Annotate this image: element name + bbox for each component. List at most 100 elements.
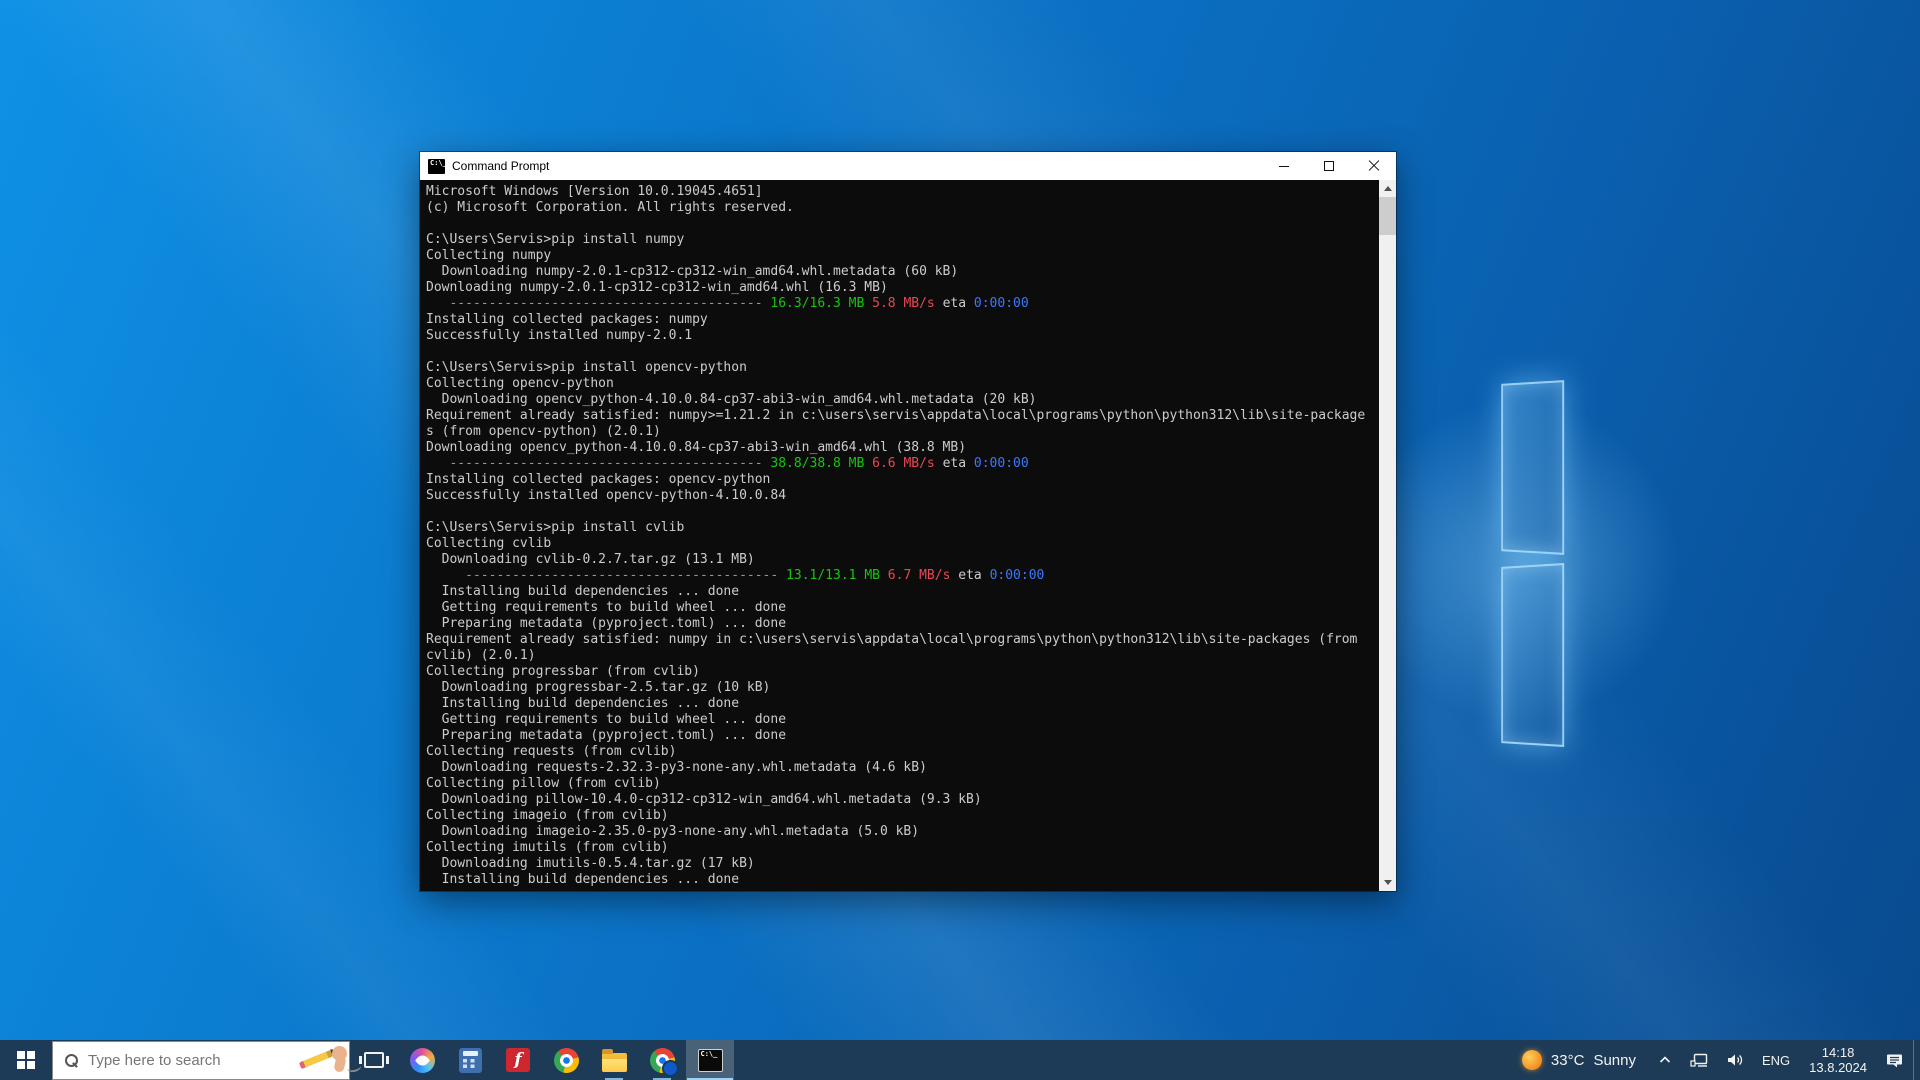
scroll-up-button[interactable] [1379,180,1396,197]
taskbar-app-calculator[interactable] [446,1040,494,1080]
terminal-line: Microsoft Windows [Version 10.0.19045.46… [426,184,1376,200]
terminal-line: Downloading opencv_python-4.10.0.84-cp37… [426,440,1376,456]
search-icon [65,1054,78,1067]
taskbar-app-copilot[interactable] [398,1040,446,1080]
action-center-button[interactable] [1877,1040,1913,1080]
terminal-line: s (from opencv-python) (2.0.1) [426,424,1376,440]
terminal-line: cvlib) (2.0.1) [426,648,1376,664]
window-titlebar[interactable]: C:\_ Command Prompt [420,152,1396,180]
taskbar-app-chrome-profile[interactable] [638,1040,686,1080]
show-desktop-button[interactable] [1913,1040,1920,1080]
system-tray: 33°C Sunny ENG 14:18 13.8.2024 [1509,1040,1920,1080]
terminal-line: Downloading opencv_python-4.10.0.84-cp37… [426,392,1376,408]
notification-icon [1886,1052,1904,1069]
terminal-line: Downloading imutils-0.5.4.tar.gz (17 kB) [426,856,1376,872]
terminal-line: Collecting numpy [426,248,1376,264]
terminal-line: Downloading progressbar-2.5.tar.gz (10 k… [426,680,1376,696]
taskbar: f C:\_ 33°C Sunny [0,1040,1920,1080]
scroll-down-button[interactable] [1379,874,1396,891]
tray-overflow-button[interactable] [1649,1040,1681,1080]
terminal-line: Getting requirements to build wheel ... … [426,712,1376,728]
taskbar-app-command-prompt[interactable]: C:\_ [686,1040,734,1080]
weather-temperature: 33°C [1551,1052,1585,1069]
windows-logo-pane-top [1501,380,1564,555]
terminal-line: ----------------------------------------… [426,568,1376,584]
terminal-line: Successfully installed numpy-2.0.1 [426,328,1376,344]
terminal-line: ----------------------------------------… [426,456,1376,472]
terminal-line: Downloading numpy-2.0.1-cp312-cp312-win_… [426,264,1376,280]
terminal-line [426,504,1376,520]
minimize-icon [1279,166,1289,167]
terminal-line: Collecting imageio (from cvlib) [426,808,1376,824]
terminal-line: Downloading imageio-2.35.0-py3-none-any.… [426,824,1376,840]
terminal-line: Downloading requests-2.32.3-py3-none-any… [426,760,1376,776]
command-prompt-icon: C:\_ [698,1049,723,1072]
terminal-line: Installing collected packages: numpy [426,312,1376,328]
taskbar-search-box[interactable] [52,1041,350,1080]
terminal-line: Downloading cvlib-0.2.7.tar.gz (13.1 MB) [426,552,1376,568]
close-icon [1368,160,1380,172]
calculator-icon [459,1048,482,1073]
start-button[interactable] [0,1040,52,1080]
speaker-icon [1726,1052,1744,1068]
terminal-line: C:\Users\Servis>pip install cvlib [426,520,1376,536]
taskbar-app-task-view[interactable] [350,1040,398,1080]
terminal-output[interactable]: Microsoft Windows [Version 10.0.19045.46… [420,180,1396,891]
terminal-line: Downloading pillow-10.4.0-cp312-cp312-wi… [426,792,1376,808]
terminal-line: Installing collected packages: opencv-py… [426,472,1376,488]
window-title: Command Prompt [452,159,549,173]
windows-start-icon [17,1051,35,1069]
chrome-profile-icon [650,1048,675,1073]
terminal-line: Preparing metadata (pyproject.toml) ... … [426,728,1376,744]
language-indicator[interactable]: ENG [1753,1040,1799,1080]
terminal-line: Requirement already satisfied: numpy>=1.… [426,408,1376,424]
taskbar-app-chrome[interactable] [542,1040,590,1080]
windows-logo-pane-bottom [1501,563,1564,747]
terminal-line: Installing build dependencies ... done [426,696,1376,712]
copilot-icon [410,1048,435,1073]
clock-date: 13.8.2024 [1809,1060,1867,1075]
terminal-line: Collecting opencv-python [426,376,1376,392]
terminal-line: Getting requirements to build wheel ... … [426,600,1376,616]
terminal-line [426,216,1376,232]
scrollbar-thumb[interactable] [1379,197,1396,235]
terminal-line: Collecting cvlib [426,536,1376,552]
terminal-line: Downloading numpy-2.0.1-cp312-cp312-win_… [426,280,1376,296]
network-button[interactable] [1681,1040,1717,1080]
minimize-button[interactable] [1261,152,1306,180]
command-prompt-window: C:\_ Command Prompt Microsoft Windows [V… [420,152,1396,891]
chrome-icon [554,1048,579,1073]
close-button[interactable] [1351,152,1396,180]
command-prompt-icon: C:\_ [428,159,445,174]
network-ethernet-icon [1690,1052,1708,1068]
terminal-line: Collecting requests (from cvlib) [426,744,1376,760]
terminal-line: Collecting pillow (from cvlib) [426,776,1376,792]
weather-widget[interactable]: 33°C Sunny [1509,1040,1649,1080]
chevron-up-icon [1658,1053,1672,1067]
red-f-app-icon: f [506,1048,530,1072]
sun-icon [1522,1050,1542,1070]
terminal-line: Collecting progressbar (from cvlib) [426,664,1376,680]
maximize-button[interactable] [1306,152,1351,180]
search-input[interactable] [88,1052,287,1069]
taskbar-app-red-f-app[interactable]: f [494,1040,542,1080]
scroll-up-icon [1384,186,1392,191]
terminal-line: Requirement already satisfied: numpy in … [426,632,1376,648]
task-view-icon [364,1052,384,1068]
file-explorer-icon [602,1053,627,1072]
clock-time: 14:18 [1822,1045,1855,1060]
terminal-scrollbar[interactable] [1379,180,1396,891]
terminal-line: Preparing metadata (pyproject.toml) ... … [426,616,1376,632]
weather-condition: Sunny [1593,1052,1636,1069]
volume-button[interactable] [1717,1040,1753,1080]
terminal-line [426,344,1376,360]
terminal-line: C:\Users\Servis>pip install opencv-pytho… [426,360,1376,376]
terminal-line: C:\Users\Servis>pip install numpy [426,232,1376,248]
taskbar-clock[interactable]: 14:18 13.8.2024 [1799,1040,1877,1080]
taskbar-app-file-explorer[interactable] [590,1040,638,1080]
terminal-line: Installing build dependencies ... done [426,584,1376,600]
terminal-line: Collecting imutils (from cvlib) [426,840,1376,856]
terminal-line: ----------------------------------------… [426,296,1376,312]
maximize-icon [1324,161,1334,171]
scroll-down-icon [1384,880,1392,885]
